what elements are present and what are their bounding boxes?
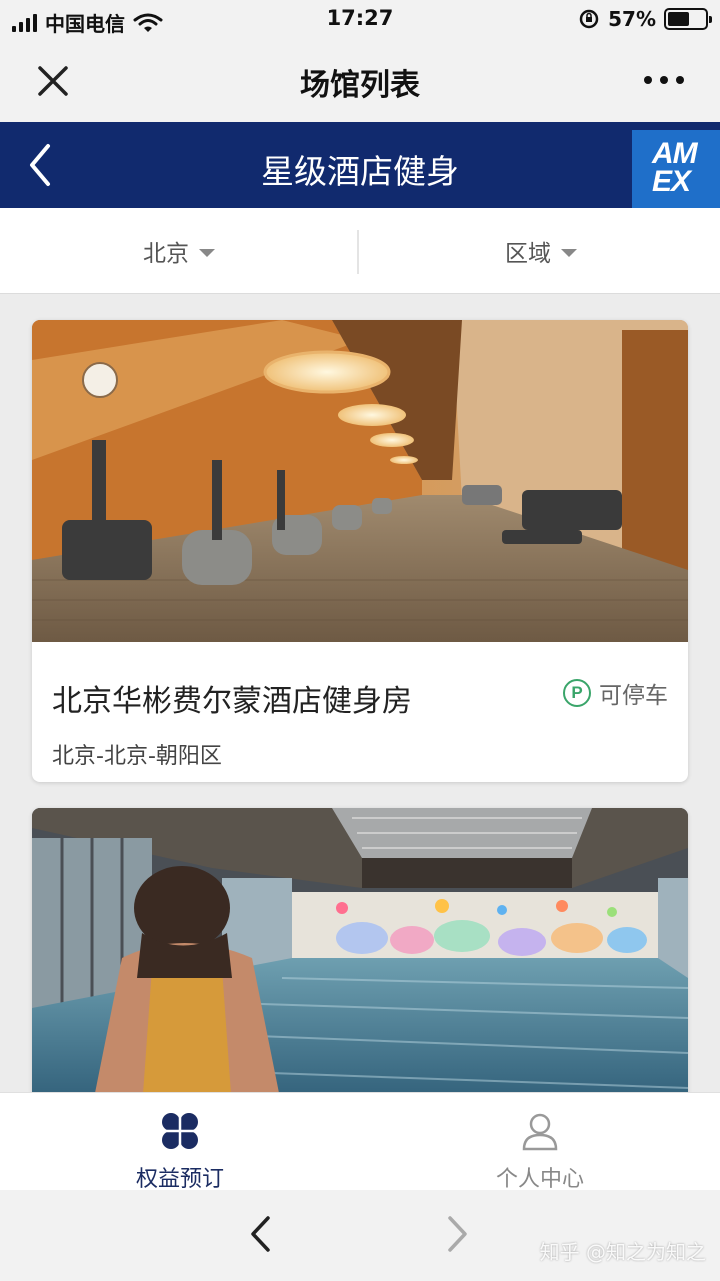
tab-label: 个人中心 xyxy=(495,1167,584,1192)
venue-card[interactable] xyxy=(32,808,688,1108)
status-bar: 中国电信 17:27 57% xyxy=(0,0,720,40)
venue-info: 北京华彬费尔蒙酒店健身房 P 可停车 北京-北京-朝阳区 xyxy=(32,642,688,782)
venue-photo xyxy=(32,320,688,642)
venue-photo xyxy=(32,808,688,1108)
tab-label: 权益预订 xyxy=(135,1167,224,1192)
more-icon[interactable] xyxy=(644,76,684,84)
battery-icon xyxy=(664,8,712,30)
tab-profile[interactable]: 个人中心 xyxy=(360,1093,720,1192)
logo-line-2: EX xyxy=(652,165,691,198)
status-right: 57% xyxy=(578,7,712,31)
city-filter-label: 北京 xyxy=(143,241,189,267)
pool-photo-illustration xyxy=(32,808,688,1108)
logo-line-1: AM xyxy=(652,137,698,170)
screen: 中国电信 17:27 57% 场馆列表 星级酒店健身 AM EX 北京 区域 北… xyxy=(0,0,720,1281)
caret-down-icon xyxy=(561,248,577,257)
city-filter[interactable]: 北京 xyxy=(0,208,358,294)
chevron-left-icon[interactable] xyxy=(248,1214,272,1254)
rotation-lock-icon xyxy=(579,9,599,29)
region-filter[interactable]: 区域 xyxy=(362,208,720,294)
page-title: 场馆列表 xyxy=(300,68,420,103)
bottom-tab-bar: 权益预订 个人中心 xyxy=(0,1092,720,1192)
region-filter-label: 区域 xyxy=(505,241,551,267)
person-icon xyxy=(522,1113,558,1151)
chevron-right-icon[interactable] xyxy=(446,1214,470,1254)
venue-name: 北京华彬费尔蒙酒店健身房 xyxy=(52,684,412,719)
section-title: 星级酒店健身 xyxy=(261,152,459,191)
filter-bar: 北京 区域 xyxy=(0,208,720,294)
nav-bar: 星级酒店健身 AM EX xyxy=(0,122,720,208)
gym-photo-illustration xyxy=(32,320,688,642)
mini-program-header: 场馆列表 xyxy=(0,40,720,122)
parking-icon: P xyxy=(563,679,591,707)
parking-label: 可停车 xyxy=(599,683,668,709)
caret-down-icon xyxy=(199,248,215,257)
battery-percent: 57% xyxy=(608,7,656,31)
venue-address: 北京-北京-朝阳区 xyxy=(52,744,222,769)
amex-logo: AM EX xyxy=(632,130,720,208)
venue-card[interactable]: 北京华彬费尔蒙酒店健身房 P 可停车 北京-北京-朝阳区 xyxy=(32,320,688,782)
filter-divider xyxy=(357,230,359,274)
clover-icon xyxy=(162,1113,198,1149)
parking-badge: P 可停车 xyxy=(563,676,668,710)
browser-toolbar: 知乎 @知之为知之 xyxy=(0,1190,720,1281)
tab-booking[interactable]: 权益预订 xyxy=(0,1093,360,1192)
watermark: 知乎 @知之为知之 xyxy=(539,1240,706,1264)
battery-level xyxy=(668,12,689,26)
